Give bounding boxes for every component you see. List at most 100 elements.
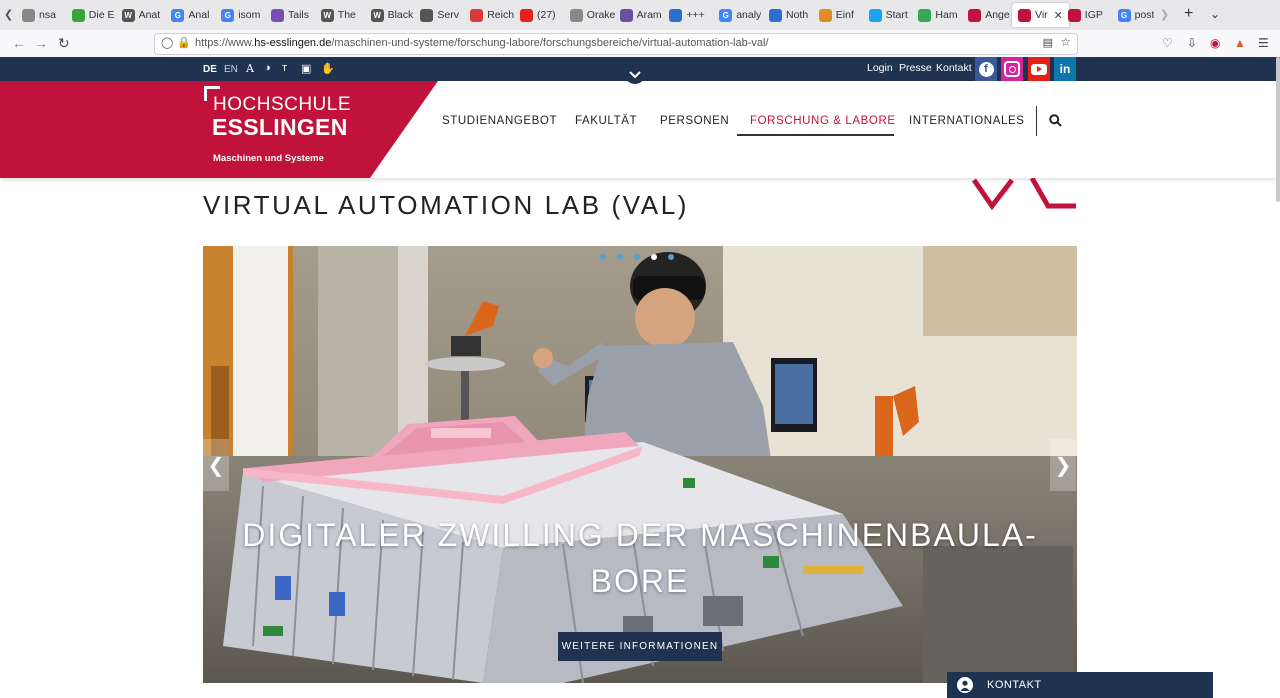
tab-close-icon[interactable]: ✕ (1054, 9, 1063, 22)
browser-tab[interactable]: Start (868, 3, 908, 27)
browser-navigation-bar: ← → ↻ ◯ 🔒 https://www.hs-esslingen.de/ma… (0, 30, 1280, 58)
address-bar[interactable]: ◯ 🔒 https://www.hs-esslingen.de/maschine… (154, 33, 1078, 55)
youtube-icon[interactable] (1028, 57, 1050, 81)
browser-tab[interactable]: IGP (1067, 3, 1103, 27)
browser-tab[interactable]: (27) (520, 3, 556, 27)
logo-hochschule[interactable]: HOCHSCHULE (213, 94, 351, 116)
tab-list-chevron-icon[interactable]: ⌄ (1210, 7, 1220, 21)
tab-label: Tails (288, 9, 310, 21)
tab-favicon-icon (22, 8, 35, 22)
back-icon[interactable]: ← (12, 35, 26, 51)
forward-icon[interactable]: → (34, 35, 48, 51)
tab-label: Reich (487, 9, 515, 21)
slider-prev-icon[interactable]: ❮ (203, 439, 229, 491)
browser-tab[interactable]: Gpost (1117, 3, 1155, 27)
new-tab-icon[interactable]: + (1184, 5, 1193, 23)
downloads-icon[interactable]: ⇩ (1187, 36, 1197, 50)
search-icon[interactable] (1049, 114, 1062, 127)
nav-forschung-labore[interactable]: FORSCHUNG & LABORE (750, 115, 896, 127)
facebook-icon[interactable]: f (975, 57, 997, 81)
tab-label: (27) (537, 9, 556, 21)
extension-ublock-icon[interactable]: ◉ (1210, 36, 1220, 50)
login-link[interactable]: Login (867, 62, 893, 74)
browser-tab[interactable]: W Anat (121, 3, 160, 27)
tracking-shield-icon[interactable]: ◯ (161, 36, 173, 49)
slider-dot[interactable] (600, 254, 606, 260)
tab-favicon-icon: G (1117, 8, 1131, 22)
browser-tab[interactable]: Tails (271, 3, 309, 27)
language-en[interactable]: EN (224, 64, 238, 75)
language-de[interactable]: DE (203, 64, 217, 75)
browser-tab[interactable]: Reich (470, 3, 514, 27)
browser-tab-active[interactable]: Vir ✕ (1012, 3, 1069, 27)
slider-dot[interactable] (668, 254, 674, 260)
nav-fakultaet[interactable]: FAKULTÄT (575, 115, 637, 127)
instagram-icon[interactable] (1001, 57, 1023, 81)
nav-personen[interactable]: PERSONEN (660, 115, 729, 127)
tab-favicon-icon (569, 8, 583, 22)
logo-esslingen[interactable]: ESSLINGEN (212, 114, 348, 141)
image-slider[interactable] (203, 246, 1077, 683)
pocket-icon[interactable]: ♡ (1162, 36, 1173, 50)
tab-label: Noth (786, 9, 809, 21)
tab-favicon-icon (669, 8, 683, 22)
browser-tab[interactable]: Ganaly (719, 3, 761, 27)
browser-tab[interactable]: Ham (918, 3, 958, 27)
browser-tab[interactable]: Ange (968, 3, 1010, 27)
tab-label: Die E (88, 9, 115, 21)
bookmark-star-icon[interactable]: ☆ (1060, 35, 1071, 49)
browser-tab[interactable]: Noth (769, 3, 808, 27)
presse-link[interactable]: Presse (899, 62, 932, 74)
browser-tab[interactable]: Aram (619, 3, 662, 27)
browser-tab[interactable]: nsa (22, 3, 56, 27)
extension-icon[interactable]: ▲ (1234, 36, 1246, 50)
browser-tab[interactable]: Die E (71, 3, 115, 27)
contrast-icon[interactable]: ◑ (264, 62, 271, 74)
tab-label: The (337, 9, 356, 21)
browser-tab[interactable]: Gisom (221, 3, 260, 27)
browser-tab[interactable]: G Anal (171, 3, 209, 27)
slide-headline-line1: DIGITALER ZWILLING DER MASCHINENBAULA- (242, 517, 1038, 553)
more-info-button[interactable]: WEITERE INFORMATIONEN (558, 632, 722, 661)
font-size-icon[interactable]: A (246, 62, 254, 75)
tab-label: post (1134, 9, 1155, 21)
tab-scroll-right-icon[interactable]: ❯ (1160, 8, 1169, 21)
browser-tab[interactable]: +++ (669, 3, 705, 27)
slider-dot[interactable] (634, 254, 640, 260)
tab-favicon-icon (1067, 8, 1081, 22)
logo-faculty[interactable]: Maschinen und Systeme (213, 153, 324, 164)
page-scrollbar[interactable] (1276, 57, 1280, 202)
browser-tab[interactable]: W The (320, 3, 356, 27)
nav-separator (1036, 106, 1037, 136)
easy-language-icon[interactable]: ▣ (301, 62, 311, 75)
tab-favicon-icon: G (221, 8, 235, 22)
tab-favicon-icon (71, 8, 85, 22)
nav-internationales[interactable]: INTERNATIONALES (909, 115, 1025, 127)
tab-label: Aram (636, 9, 662, 21)
tab-label: Einf (835, 9, 854, 21)
linkedin-icon[interactable]: in (1054, 57, 1076, 81)
browser-tab[interactable]: Einf (818, 3, 854, 27)
tab-favicon-icon: W (320, 8, 334, 22)
browser-tab[interactable]: W Black (370, 3, 413, 27)
nav-studienangebot[interactable]: STUDIENANGEBOT (442, 115, 557, 127)
reader-view-icon[interactable]: ▤ (1043, 36, 1053, 49)
tab-scroll-left-icon[interactable]: ❮ (4, 8, 13, 21)
text-settings-icon[interactable]: ᴛ (282, 62, 287, 74)
slide-image (203, 246, 1077, 683)
slider-dot[interactable] (617, 254, 623, 260)
tab-favicon-icon (420, 8, 434, 22)
lock-icon[interactable]: 🔒 (177, 36, 191, 49)
slide-headline: DIGITALER ZWILLING DER MASCHINENBAULA- B… (203, 512, 1077, 604)
tab-favicon-icon: W (121, 8, 135, 22)
browser-tab[interactable]: Serv (420, 3, 459, 27)
tab-label: nsa (39, 9, 56, 21)
kontakt-widget[interactable]: KONTAKT (947, 672, 1213, 698)
slider-dot-active[interactable] (651, 254, 657, 260)
browser-tab[interactable]: Orakeln (569, 3, 616, 27)
reload-icon[interactable]: ↻ (58, 35, 70, 52)
sign-language-icon[interactable]: ✋ (321, 62, 335, 75)
menu-hamburger-icon[interactable]: ☰ (1258, 36, 1269, 50)
kontakt-link[interactable]: Kontakt (936, 62, 972, 74)
slider-next-icon[interactable]: ❯ (1050, 439, 1076, 491)
